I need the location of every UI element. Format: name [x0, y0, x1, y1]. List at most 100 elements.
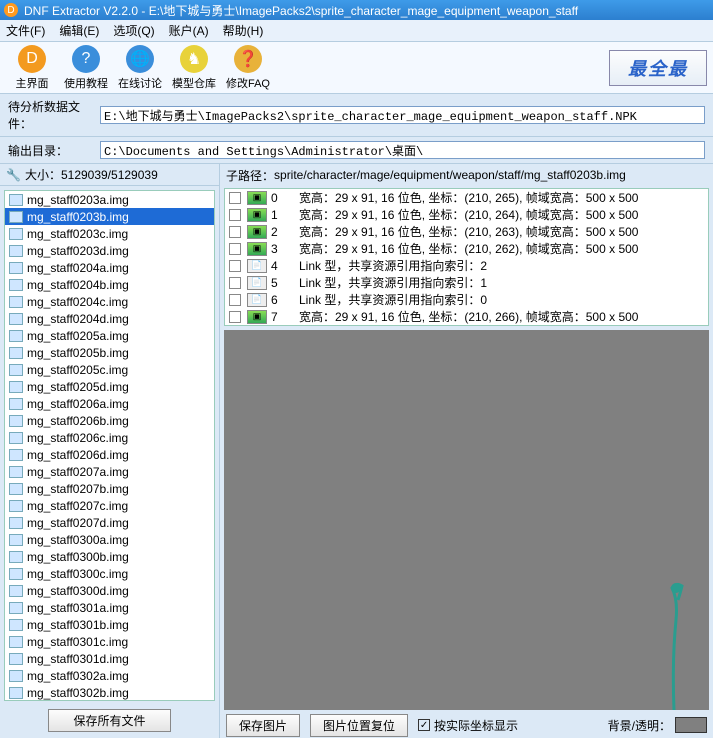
toolbar-button[interactable]: 🌐在线讨论 [114, 45, 166, 91]
frame-index: 2 [271, 225, 299, 239]
subpath-bar: 子路径： sprite/character/mage/equipment/wea… [220, 164, 713, 186]
output-path-label: 输出目录： [8, 142, 100, 159]
file-item[interactable]: mg_staff0206c.img [5, 429, 214, 446]
menu-item[interactable]: 文件(F) [6, 22, 45, 39]
file-item[interactable]: mg_staff0203c.img [5, 225, 214, 242]
file-item[interactable]: mg_staff0205c.img [5, 361, 214, 378]
file-item[interactable]: mg_staff0205a.img [5, 327, 214, 344]
size-label: 大小： [25, 166, 61, 183]
save-image-button[interactable]: 保存图片 [226, 714, 300, 737]
frame-checkbox[interactable] [229, 277, 241, 289]
file-item[interactable]: mg_staff0206b.img [5, 412, 214, 429]
file-item[interactable]: mg_staff0206d.img [5, 446, 214, 463]
menu-item[interactable]: 选项(Q) [113, 22, 154, 39]
frame-checkbox[interactable] [229, 226, 241, 238]
file-icon [9, 211, 23, 223]
bg-color-swatch[interactable] [675, 717, 707, 733]
frame-thumb-icon: ▣ [247, 191, 267, 205]
input-path-label: 待分析数据文件： [8, 98, 100, 132]
promo-button[interactable]: 最全最 [609, 50, 707, 86]
frame-checkbox[interactable] [229, 243, 241, 255]
input-path-field[interactable] [100, 106, 705, 124]
file-name: mg_staff0206b.img [27, 414, 129, 428]
file-item[interactable]: mg_staff0300c.img [5, 565, 214, 582]
size-bar: 🔧 大小： 5129039/5129039 [0, 164, 219, 186]
file-item[interactable]: mg_staff0301c.img [5, 633, 214, 650]
file-item[interactable]: mg_staff0203b.img [5, 208, 214, 225]
file-list[interactable]: mg_staff0203a.imgmg_staff0203b.imgmg_sta… [4, 190, 215, 701]
left-panel: 🔧 大小： 5129039/5129039 mg_staff0203a.imgm… [0, 164, 220, 738]
file-item[interactable]: mg_staff0204a.img [5, 259, 214, 276]
size-value: 5129039/5129039 [61, 168, 158, 182]
file-item[interactable]: mg_staff0204c.img [5, 293, 214, 310]
frame-row[interactable]: ▣1宽高：29 x 91, 16 位色, 坐标：(210, 264), 帧域宽高… [225, 206, 708, 223]
file-item[interactable]: mg_staff0302a.img [5, 667, 214, 684]
file-item[interactable]: mg_staff0207a.img [5, 463, 214, 480]
frame-index: 6 [271, 293, 299, 307]
file-item[interactable]: mg_staff0207c.img [5, 497, 214, 514]
frame-checkbox[interactable] [229, 260, 241, 272]
file-item[interactable]: mg_staff0302b.img [5, 684, 214, 701]
frame-info: 宽高：29 x 91, 16 位色, 坐标：(210, 265), 帧域宽高：5… [299, 189, 708, 206]
frame-thumb-icon: ▣ [247, 208, 267, 222]
bottom-bar: 保存图片 图片位置复位 ✓ 按实际坐标显示 背景/透明： [220, 712, 713, 738]
file-item[interactable]: mg_staff0203a.img [5, 191, 214, 208]
reset-position-button[interactable]: 图片位置复位 [310, 714, 408, 737]
frame-row[interactable]: 📄5Link 型，共享资源引用指向索引：1 [225, 274, 708, 291]
file-item[interactable]: mg_staff0300b.img [5, 548, 214, 565]
output-path-field[interactable] [100, 141, 705, 159]
file-name: mg_staff0204d.img [27, 312, 129, 326]
file-item[interactable]: mg_staff0301b.img [5, 616, 214, 633]
file-name: mg_staff0204c.img [27, 295, 128, 309]
frame-info: 宽高：29 x 91, 16 位色, 坐标：(210, 262), 帧域宽高：5… [299, 240, 708, 257]
file-icon [9, 296, 23, 308]
subpath-label: 子路径： [226, 167, 274, 184]
frame-checkbox[interactable] [229, 311, 241, 323]
real-coord-checkbox[interactable]: ✓ [418, 719, 430, 731]
frame-checkbox[interactable] [229, 192, 241, 204]
frame-info: Link 型，共享资源引用指向索引：1 [299, 274, 708, 291]
file-item[interactable]: mg_staff0300d.img [5, 582, 214, 599]
file-item[interactable]: mg_staff0204b.img [5, 276, 214, 293]
menu-item[interactable]: 帮助(H) [223, 22, 264, 39]
menu-item[interactable]: 账户(A) [169, 22, 209, 39]
file-item[interactable]: mg_staff0301a.img [5, 599, 214, 616]
file-icon [9, 500, 23, 512]
file-item[interactable]: mg_staff0204d.img [5, 310, 214, 327]
save-all-button[interactable]: 保存所有文件 [48, 709, 170, 732]
frame-row[interactable]: 📄6Link 型，共享资源引用指向索引：0 [225, 291, 708, 308]
file-item[interactable]: mg_staff0205b.img [5, 344, 214, 361]
frame-checkbox[interactable] [229, 209, 241, 221]
file-name: mg_staff0205b.img [27, 346, 129, 360]
frame-row[interactable]: ▣7宽高：29 x 91, 16 位色, 坐标：(210, 266), 帧域宽高… [225, 308, 708, 325]
file-name: mg_staff0205c.img [27, 363, 128, 377]
file-item[interactable]: mg_staff0205d.img [5, 378, 214, 395]
frame-row[interactable]: ▣3宽高：29 x 91, 16 位色, 坐标：(210, 262), 帧域宽高… [225, 240, 708, 257]
preview-area[interactable] [224, 330, 709, 710]
tool-icon: ? [72, 45, 100, 73]
file-item[interactable]: mg_staff0301d.img [5, 650, 214, 667]
toolbar-button[interactable]: ?使用教程 [60, 45, 112, 91]
frame-row[interactable]: ▣0宽高：29 x 91, 16 位色, 坐标：(210, 265), 帧域宽高… [225, 189, 708, 206]
file-icon [9, 279, 23, 291]
file-item[interactable]: mg_staff0203d.img [5, 242, 214, 259]
frame-thumb-icon: 📄 [247, 259, 267, 273]
file-item[interactable]: mg_staff0206a.img [5, 395, 214, 412]
file-name: mg_staff0204b.img [27, 278, 129, 292]
toolbar-button[interactable]: ❓修改FAQ [222, 45, 274, 91]
toolbar-button[interactable]: D主界面 [6, 45, 58, 91]
sprite-preview [654, 580, 694, 710]
file-name: mg_staff0203b.img [27, 210, 129, 224]
file-name: mg_staff0300b.img [27, 550, 129, 564]
file-name: mg_staff0300d.img [27, 584, 129, 598]
file-item[interactable]: mg_staff0207d.img [5, 514, 214, 531]
menu-item[interactable]: 编辑(E) [59, 22, 99, 39]
frame-row[interactable]: ▣2宽高：29 x 91, 16 位色, 坐标：(210, 263), 帧域宽高… [225, 223, 708, 240]
toolbar-button[interactable]: ♞模型仓库 [168, 45, 220, 91]
file-item[interactable]: mg_staff0207b.img [5, 480, 214, 497]
frame-list[interactable]: ▣0宽高：29 x 91, 16 位色, 坐标：(210, 265), 帧域宽高… [224, 188, 709, 326]
frame-checkbox[interactable] [229, 294, 241, 306]
file-item[interactable]: mg_staff0300a.img [5, 531, 214, 548]
file-icon [9, 670, 23, 682]
frame-row[interactable]: 📄4Link 型，共享资源引用指向索引：2 [225, 257, 708, 274]
